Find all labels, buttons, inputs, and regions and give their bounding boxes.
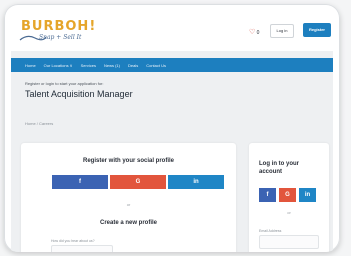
page-title: Talent Acquisition Manager (25, 89, 133, 99)
login-card: Log in to your account f G in or Email A… (249, 143, 329, 252)
tablet-device-frame: BURBOH! Snap + Sell It ♡ 0 Log in Regist… (4, 4, 340, 252)
register-card: Register with your social profile f G in… (21, 143, 236, 252)
nav-item-contact[interactable]: Contact Us (146, 63, 166, 68)
heart-icon: ♡ (249, 29, 256, 36)
linkedin-icon: in (193, 179, 199, 185)
or-divider: or (126, 202, 131, 207)
google-login-button[interactable]: G (279, 188, 296, 202)
breadcrumb[interactable]: Home / Careers (25, 121, 53, 126)
nav-item-home[interactable]: Home (25, 63, 36, 68)
facebook-icon: f (266, 192, 269, 198)
nav-item-deals[interactable]: Deals (128, 63, 138, 68)
login-button[interactable]: Log in (270, 24, 294, 38)
nav-item-services[interactable]: Services (81, 63, 96, 68)
email-field[interactable] (259, 235, 319, 249)
browser-screen: BURBOH! Snap + Sell It ♡ 0 Log in Regist… (11, 11, 333, 252)
linkedin-register-button[interactable]: in (168, 175, 224, 189)
site-header: BURBOH! Snap + Sell It ♡ 0 Log in Regist… (11, 11, 333, 51)
linkedin-icon: in (304, 192, 311, 198)
social-login-buttons: f G in (259, 188, 319, 202)
social-register-heading: Register with your social profile (82, 158, 175, 164)
google-icon: G (285, 192, 290, 198)
referral-source-input[interactable] (51, 245, 113, 252)
favorites-link[interactable]: ♡ 0 (249, 28, 259, 36)
nav-item-news[interactable]: News (1) (104, 63, 120, 68)
google-register-button[interactable]: G (110, 175, 166, 189)
linkedin-login-button[interactable]: in (299, 188, 316, 202)
google-icon: G (135, 179, 141, 185)
login-heading: Log in to your account (259, 161, 299, 175)
facebook-login-button[interactable]: f (259, 188, 276, 202)
main-nav: Home Our Locations ∨ Services News (1) D… (11, 58, 333, 72)
facebook-icon: f (79, 179, 81, 185)
register-button[interactable]: Register (303, 23, 331, 37)
nav-item-locations[interactable]: Our Locations ∨ (44, 63, 73, 68)
burboh-logo[interactable]: BURBOH! Snap + Sell It (19, 19, 121, 47)
create-profile-heading: Create a new profile (99, 220, 158, 226)
logo-tagline: Snap + Sell It (39, 34, 82, 41)
email-label: Email Address (259, 229, 282, 233)
referral-source-label: How did you hear about us? (51, 239, 95, 243)
favorites-count: 0 (256, 30, 260, 36)
logo-wordmark: BURBOH! (21, 19, 97, 34)
facebook-register-button[interactable]: f (52, 175, 108, 189)
or-divider: or (287, 210, 291, 215)
social-register-buttons: f G in (52, 175, 226, 189)
page-subtitle: Register or login to start your applicat… (25, 81, 104, 86)
